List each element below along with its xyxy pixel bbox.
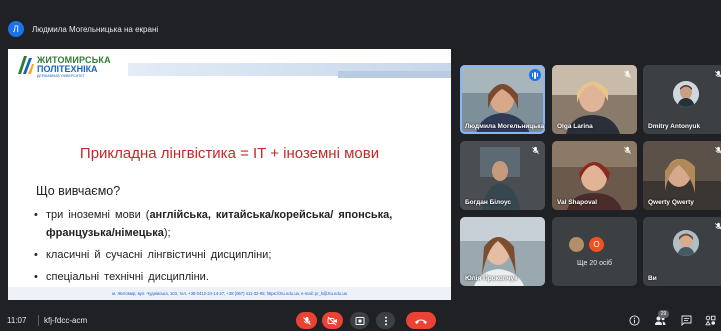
participant-tile[interactable]: Olga Larina: [552, 65, 637, 134]
slide-title: Прикладна лінгвістика = IT + іноземні мо…: [79, 145, 380, 162]
camera-off-icon: [327, 316, 337, 325]
speaking-indicator-icon: [529, 69, 541, 81]
participant-name: Dmitry Antonyuk: [648, 123, 701, 130]
participant-name: Ви: [648, 275, 657, 282]
leave-call-button[interactable]: [406, 312, 436, 329]
activities-icon: [704, 315, 715, 326]
logo-line-2: ПОЛІТЕХНІКА: [37, 64, 98, 74]
shared-screen: ЖИТОМИРСЬКА ПОЛІТЕХНІКА ДЕРЖАВНИЙ УНІВЕР…: [8, 49, 451, 300]
slide-footer-contacts: м. Житомир, вул. Чуднівська, 103, тел. +…: [8, 287, 451, 300]
presenter-banner-text: Людмила Могельницька на екрані: [32, 24, 159, 34]
mic-off-icon: [302, 316, 311, 325]
participant-avatar: [568, 236, 585, 253]
participant-name: Богдан Білоус: [465, 199, 512, 206]
present-screen-button[interactable]: [350, 312, 369, 329]
present-screen-icon: [355, 316, 364, 325]
mic-off-icon: [624, 70, 631, 78]
mic-off-icon: [715, 222, 721, 230]
participant-tile[interactable]: Людмила Могельницька: [460, 65, 545, 134]
slide-bullet: три іноземні мови (англійська, китайська…: [34, 206, 444, 242]
camera-toggle-button[interactable]: [322, 312, 343, 329]
participant-name: Val Shapoval: [557, 199, 598, 206]
divider: [38, 315, 39, 326]
more-vert-icon: [384, 316, 387, 325]
self-tile[interactable]: Ви: [643, 217, 721, 286]
info-icon: [628, 315, 640, 326]
mic-off-icon: [715, 70, 721, 78]
hang-up-icon: [415, 319, 427, 324]
chat-icon: [681, 315, 691, 326]
self-avatar: [672, 230, 699, 257]
participant-initial-badge: O: [588, 236, 605, 253]
participant-tile[interactable]: Юлія Прокопчук: [460, 217, 545, 286]
chat-button[interactable]: [680, 314, 692, 327]
mic-off-icon: [532, 146, 539, 154]
participant-tile[interactable]: Val Shapoval: [552, 141, 637, 210]
meet-window: Л Людмила Могельницька на екрані ЖИТОМИР…: [0, 0, 721, 331]
mic-off-icon: [624, 146, 631, 154]
microphone-toggle-button[interactable]: [296, 312, 317, 329]
participant-tile[interactable]: Dmitry Antonyuk: [643, 65, 721, 134]
meeting-details-button[interactable]: [628, 314, 640, 327]
logo-mark-icon: [18, 56, 34, 74]
bottom-control-bar: 11:07 kfj-fdcc-acm 29: [0, 310, 721, 331]
activities-button[interactable]: [704, 314, 716, 327]
presenter-banner: Л Людмила Могельницька на екрані: [8, 18, 448, 40]
participant-name: Olga Larina: [557, 123, 593, 130]
mic-off-icon: [715, 146, 721, 154]
participant-name: Юлія Прокопчук: [465, 275, 518, 282]
participant-tile[interactable]: Qwerty Qwerty: [643, 141, 721, 210]
participant-avatar: [672, 80, 699, 107]
others-tile[interactable]: O Ще 20 осіб: [552, 217, 637, 286]
meeting-time: 11:07: [7, 316, 27, 325]
slide-bullet: спеціальні технічні дисципліни.: [34, 268, 444, 286]
slide-subheading: Що вивчаємо?: [36, 184, 121, 198]
participant-tile[interactable]: Богдан Білоус: [460, 141, 545, 210]
slide-bullet: класичні й сучасні лінгвістичні дисциплі…: [34, 246, 444, 264]
slide-bullet-list: три іноземні мови (англійська, китайська…: [34, 206, 444, 290]
university-logo: ЖИТОМИРСЬКА ПОЛІТЕХНІКА ДЕРЖАВНИЙ УНІВЕР…: [18, 56, 111, 78]
participant-name: Qwerty Qwerty: [648, 199, 694, 206]
logo-line-3: ДЕРЖАВНИЙ УНІВЕРСИТЕТ: [37, 74, 85, 78]
participant-name: Людмила Могельницька: [465, 123, 545, 130]
more-options-button[interactable]: [376, 312, 395, 329]
people-count-badge: 29: [658, 310, 669, 318]
others-count-label: Ще 20 осіб: [576, 260, 613, 267]
meeting-code: kfj-fdcc-acm: [44, 316, 88, 325]
presenter-avatar: Л: [8, 21, 24, 37]
slide-header-band-accent: [338, 71, 451, 78]
